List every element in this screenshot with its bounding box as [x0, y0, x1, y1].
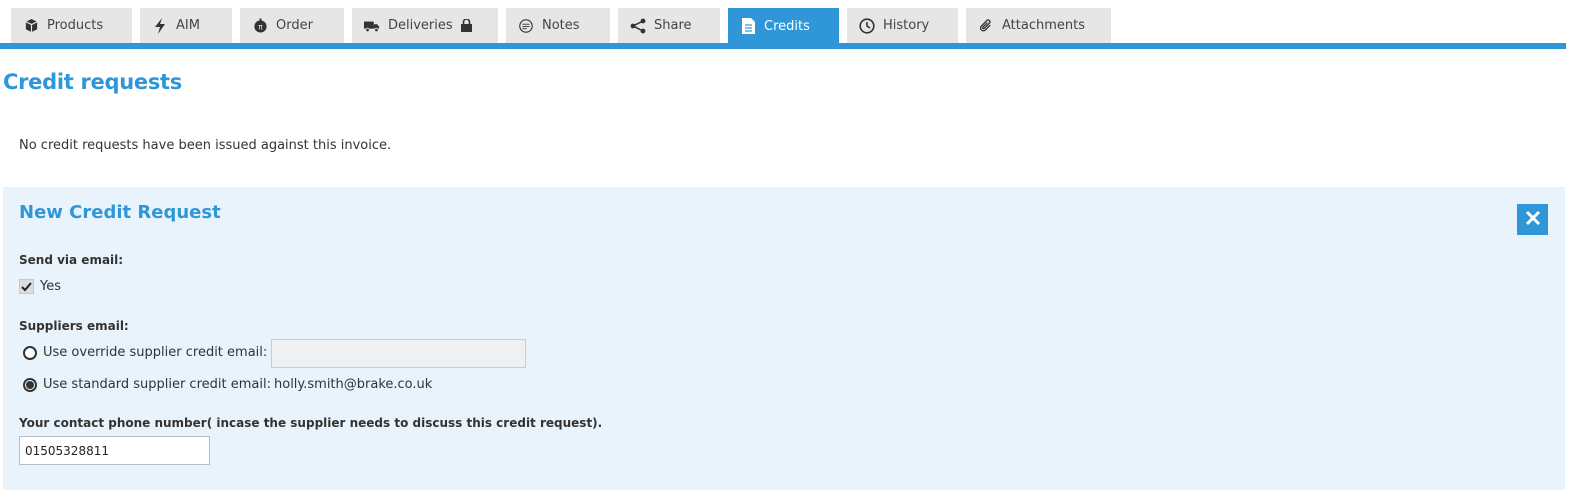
tab-label: AIM [176, 18, 200, 33]
tab-label: History [883, 18, 930, 33]
panel-title: New Credit Request [19, 202, 221, 223]
new-credit-request-panel: New Credit Request Send via email: Yes S… [3, 187, 1565, 490]
override-email-radio[interactable] [23, 345, 37, 360]
standard-email-radio[interactable] [23, 377, 37, 392]
tab-label: Deliveries [388, 18, 453, 33]
paperclip-icon [978, 18, 994, 34]
tab-share[interactable]: Share [618, 8, 720, 43]
send-via-email-label: Send via email: [19, 253, 124, 267]
suppliers-email-label: Suppliers email: [19, 319, 129, 333]
document-icon [740, 18, 756, 34]
tab-label: Order [276, 18, 313, 33]
page-title: Credit requests [3, 70, 182, 94]
tab-deliveries[interactable]: Deliveries [352, 8, 498, 43]
checkmark-icon [21, 281, 32, 291]
share-icon [630, 18, 646, 34]
tab-label: Share [654, 18, 692, 33]
phone-number-label: Your contact phone number( incase the su… [19, 416, 603, 430]
standard-email-value: holly.smith@brake.co.uk [274, 377, 433, 392]
box-icon [23, 18, 39, 34]
standard-email-option-label: Use standard supplier credit email: [43, 377, 271, 392]
override-email-field[interactable] [271, 339, 526, 368]
tab-credits[interactable]: Credits [728, 8, 839, 44]
override-email-option-label: Use override supplier credit email: [43, 345, 268, 360]
tab-attachments[interactable]: Attachments [966, 8, 1111, 43]
truck-icon [364, 18, 380, 34]
override-email-option[interactable]: Use override supplier credit email: [19, 345, 267, 360]
tab-order[interactable]: π Order [240, 8, 344, 43]
lock-icon [459, 18, 475, 34]
clock-icon [859, 17, 875, 34]
tab-underline [0, 43, 1566, 49]
tab-label: Credits [764, 18, 810, 34]
send-via-email-checkbox[interactable] [19, 279, 34, 294]
tab-aim[interactable]: AIM [140, 8, 232, 43]
lightning-icon [152, 17, 168, 34]
tab-label: Notes [542, 18, 580, 33]
send-via-email-option[interactable]: Yes [19, 279, 61, 294]
close-icon [1525, 210, 1541, 230]
send-via-email-yes-label: Yes [40, 279, 61, 294]
standard-email-option[interactable]: Use standard supplier credit email: [19, 377, 271, 392]
tab-history[interactable]: History [847, 8, 958, 43]
tab-label: Attachments [1002, 18, 1085, 33]
tab-label: Products [47, 18, 104, 33]
close-button[interactable] [1517, 204, 1548, 235]
tab-notes[interactable]: Notes [506, 8, 610, 43]
svg-text:π: π [258, 23, 263, 32]
speech-bubble-icon [518, 18, 534, 34]
tab-products[interactable]: Products [11, 8, 132, 43]
tab-bar: Products AIM π Order Deliveries Notes Sh… [0, 0, 1574, 50]
no-credit-requests-message: No credit requests have been issued agai… [19, 138, 392, 153]
order-icon: π [252, 18, 268, 34]
phone-number-field[interactable] [19, 436, 210, 465]
